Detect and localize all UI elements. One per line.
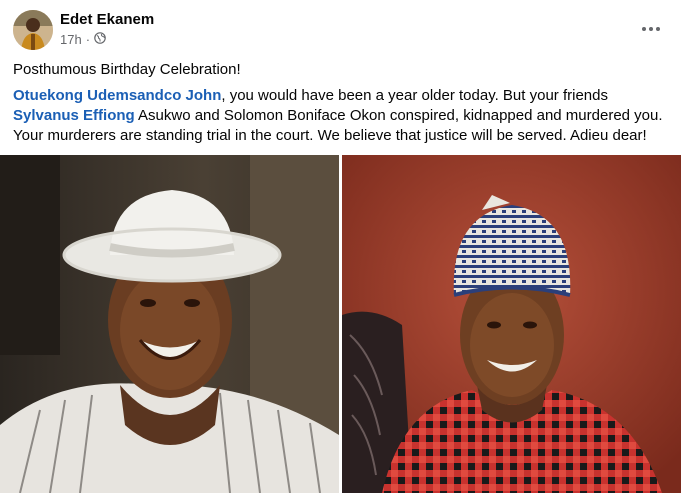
post-timestamp[interactable]: 17h [60,32,82,47]
photo-man-white-hat [0,155,339,493]
post-body: Otuekong Udemsandco John, you would have… [13,86,673,146]
avatar[interactable] [13,10,53,50]
post-meta: 17h · [60,32,106,47]
post-body-text-1: , you would have been a year older today… [221,87,608,104]
more-options-button[interactable] [635,14,667,38]
globe-icon [94,32,106,47]
facebook-post: Edet Ekanem 17h · Posthumous Birthday Ce… [0,0,681,493]
photo-man-patterned-cap [342,155,681,493]
avatar-image [13,10,53,50]
photo-grid [0,155,681,493]
photo-right[interactable] [342,155,681,493]
photo-left[interactable] [0,155,339,493]
post-text: Posthumous Birthday Celebration! Otuekon… [13,60,673,146]
author-name[interactable]: Edet Ekanem [60,11,154,28]
mention-link-otuekong[interactable]: Otuekong Udemsandco John [13,87,221,104]
ellipsis-icon [641,16,661,37]
post-headline: Posthumous Birthday Celebration! [13,61,241,78]
meta-separator: · [85,32,91,47]
mention-link-sylvanus[interactable]: Sylvanus Effiong [13,107,135,124]
